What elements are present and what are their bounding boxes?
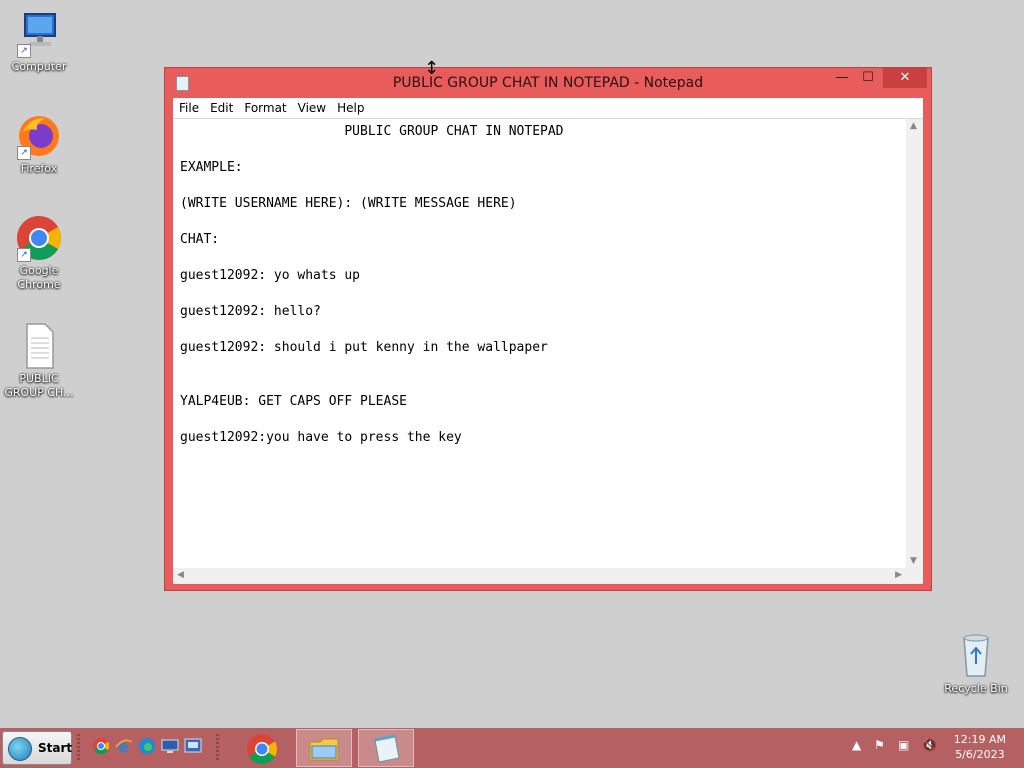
clock-time: 12:19 AM bbox=[953, 733, 1006, 746]
recycle-bin-icon bbox=[952, 632, 1000, 680]
title-bar[interactable]: PUBLIC GROUP CHAT IN NOTEPAD - Notepad —… bbox=[165, 68, 931, 98]
menu-view[interactable]: View bbox=[292, 98, 331, 115]
chrome-icon: ↗ bbox=[15, 214, 63, 262]
desktop-icon-firefox[interactable]: ↗ Firefox bbox=[1, 112, 77, 176]
system-clock[interactable]: 12:19 AM 5/6/2023 bbox=[954, 732, 1006, 762]
desktop-icon-label: Recycle Bin bbox=[944, 682, 1008, 695]
computer-icon: ↗ bbox=[15, 10, 63, 58]
desktop-icon-label: Computer bbox=[11, 60, 67, 73]
window-title: PUBLIC GROUP CHAT IN NOTEPAD - Notepad bbox=[392, 75, 704, 91]
taskbar-app-notepad[interactable] bbox=[358, 729, 414, 767]
close-button[interactable]: ✕ bbox=[883, 68, 927, 88]
action-center-flag-icon[interactable]: ⚑ bbox=[874, 738, 885, 752]
menu-help[interactable]: Help bbox=[331, 98, 369, 115]
notepad-window[interactable]: PUBLIC GROUP CHAT IN NOTEPAD - Notepad —… bbox=[164, 67, 932, 591]
file-explorer-icon bbox=[309, 738, 339, 761]
firefox-icon: ↗ bbox=[15, 112, 63, 160]
shortcut-arrow-icon: ↗ bbox=[17, 44, 31, 58]
scroll-up-icon[interactable]: ▲ bbox=[910, 121, 917, 131]
editor: PUBLIC GROUP CHAT IN NOTEPAD EXAMPLE: (W… bbox=[173, 118, 923, 584]
desktop-icon-computer[interactable]: ↗ Computer bbox=[1, 10, 77, 74]
start-label: Start bbox=[38, 741, 73, 755]
desktop-icon-chrome[interactable]: ↗ Google Chrome bbox=[1, 214, 77, 292]
notepad-icon bbox=[374, 734, 400, 763]
start-orb-icon bbox=[8, 737, 32, 761]
maximize-button[interactable]: ☐ bbox=[855, 68, 881, 88]
taskbar-app-file-explorer[interactable] bbox=[296, 729, 352, 767]
menu-bar: File Edit Format View Help bbox=[173, 98, 923, 118]
network-icon[interactable]: ▣ bbox=[898, 738, 909, 752]
menu-file[interactable]: File bbox=[173, 98, 204, 115]
show-hidden-icons-icon[interactable]: ▲ bbox=[852, 738, 861, 752]
quick-launch-ie-icon[interactable]: e bbox=[115, 737, 133, 756]
menu-edit[interactable]: Edit bbox=[204, 98, 238, 115]
desktop-icon-recycle-bin[interactable]: Recycle Bin bbox=[936, 632, 1016, 696]
horizontal-scrollbar[interactable]: ◀ ▶ bbox=[173, 568, 906, 584]
text-document-icon bbox=[15, 322, 63, 370]
clock-date: 5/6/2023 bbox=[955, 748, 1005, 761]
chrome-icon bbox=[247, 734, 278, 765]
quick-launch-network-icon[interactable] bbox=[184, 737, 202, 755]
quick-launch-chrome-icon[interactable] bbox=[92, 737, 110, 755]
desktop-icon-label: Google Chrome bbox=[17, 264, 61, 291]
taskbar: Start e ▲ ⚑ ▣ 🔇 12:19 AM 5/6/2023 bbox=[0, 728, 1024, 768]
desktop-icon-label: PUBLIC GROUP CH... bbox=[4, 372, 74, 399]
scroll-down-icon[interactable]: ▼ bbox=[910, 556, 917, 566]
quick-launch-edge-icon[interactable] bbox=[138, 737, 156, 755]
scroll-left-icon[interactable]: ◀ bbox=[177, 570, 184, 580]
desktop-icon-label: Firefox bbox=[20, 162, 58, 175]
taskbar-grip[interactable] bbox=[77, 734, 80, 762]
menu-format[interactable]: Format bbox=[238, 98, 291, 115]
quick-launch-desktop-icon[interactable] bbox=[161, 737, 179, 755]
shortcut-arrow-icon: ↗ bbox=[17, 248, 31, 262]
resize-grip-icon[interactable] bbox=[906, 568, 923, 584]
shortcut-arrow-icon: ↗ bbox=[17, 146, 31, 160]
desktop: ↗ Computer ↗ Firefox ↗ Google Chrome PUB… bbox=[0, 0, 1024, 728]
taskbar-grip[interactable] bbox=[216, 734, 219, 762]
text-editor-area[interactable]: PUBLIC GROUP CHAT IN NOTEPAD EXAMPLE: (W… bbox=[173, 119, 906, 568]
scroll-right-icon[interactable]: ▶ bbox=[895, 570, 902, 580]
resize-cursor-icon: ↕ bbox=[424, 58, 440, 79]
taskbar-app-chrome[interactable] bbox=[234, 729, 290, 767]
start-button[interactable]: Start bbox=[2, 731, 72, 765]
minimize-button[interactable]: — bbox=[829, 68, 855, 88]
desktop-icon-text-file[interactable]: PUBLIC GROUP CH... bbox=[1, 322, 77, 400]
vertical-scrollbar[interactable]: ▲ ▼ bbox=[906, 119, 923, 568]
volume-muted-icon[interactable]: 🔇 bbox=[922, 738, 937, 752]
